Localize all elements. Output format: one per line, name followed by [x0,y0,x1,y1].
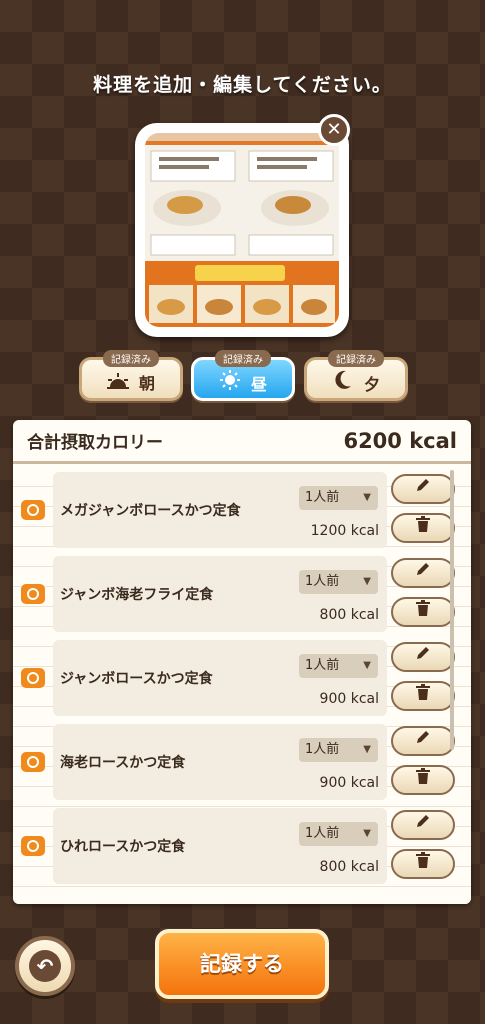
delete-button[interactable] [391,681,455,711]
portion-select[interactable]: 1人前 ▼ [299,822,378,846]
delete-button[interactable] [391,597,455,627]
chevron-down-icon: ▼ [363,576,371,587]
meal-tab-breakfast[interactable]: 記録済み 朝 [79,350,183,401]
sunrise-icon [106,373,129,393]
pencil-icon [414,815,432,834]
trash-icon [415,684,431,705]
back-button[interactable]: ↶ [15,936,75,996]
portion-select[interactable]: 1人前 ▼ [299,738,378,762]
menu-photo-image [145,133,339,327]
meal-photo [135,123,349,337]
calorie-summary: 合計摂取カロリー 6200 kcal [13,420,471,464]
edit-button[interactable] [391,642,455,672]
food-name: ジャンボ海老フライ定食 [60,587,214,603]
trash-icon [415,768,431,789]
record-button-label: 記録する [200,952,284,976]
food-kcal: 900 kcal [319,691,379,707]
portion-select[interactable]: 1人前 ▼ [299,486,378,510]
meal-tab-dinner[interactable]: 記録済み 夕 [304,350,408,401]
camera-icon [21,752,45,772]
delete-button[interactable] [391,765,455,795]
back-arrow-icon: ↶ [29,950,61,982]
trash-icon [415,516,431,537]
portion-select[interactable]: 1人前 ▼ [299,654,378,678]
chevron-down-icon: ▼ [363,492,371,503]
page-title: 料理を追加・編集してください。 [93,74,392,96]
chevron-down-icon: ▼ [363,744,371,755]
list-item: ジャンボ海老フライ定食 1人前 ▼ 800 kcal [13,556,471,632]
meal-tab-lunch[interactable]: 記録済み 昼 [191,350,295,401]
edit-button[interactable] [391,474,455,504]
camera-icon [21,584,45,604]
record-button[interactable]: 記録する [155,929,329,999]
food-kcal: 1200 kcal [310,523,379,539]
recorded-badge: 記録済み [328,350,384,367]
list-item: メガジャンボロースかつ定食 1人前 ▼ 1200 kcal [13,472,471,548]
food-list[interactable]: メガジャンボロースかつ定食 1人前 ▼ 1200 kcal ジャンボ海老フライ定食… [13,467,471,904]
trash-icon [415,600,431,621]
list-item: ひれロースかつ定食 1人前 ▼ 800 kcal [13,808,471,884]
food-kcal: 900 kcal [319,775,379,791]
recorded-badge: 記録済み [103,350,159,367]
close-icon[interactable]: ✕ [318,114,350,146]
recorded-badge: 記録済み [215,350,271,367]
pencil-icon [414,647,432,666]
food-list-panel: 合計摂取カロリー 6200 kcal メガジャンボロースかつ定食 1人前 ▼ 12… [13,420,471,904]
edit-button[interactable] [391,726,455,756]
camera-icon [21,668,45,688]
meal-tab-label: 昼 [250,375,267,394]
moon-icon [332,370,354,394]
pencil-icon [414,563,432,582]
portion-select[interactable]: 1人前 ▼ [299,570,378,594]
list-item: 海老ロースかつ定食 1人前 ▼ 900 kcal [13,724,471,800]
camera-icon [21,836,45,856]
delete-button[interactable] [391,849,455,879]
food-name: 海老ロースかつ定食 [60,755,186,771]
food-name: ひれロースかつ定食 [60,839,186,855]
food-kcal: 800 kcal [319,859,379,875]
delete-button[interactable] [391,513,455,543]
meal-tab-label: 朝 [138,374,155,393]
pencil-icon [414,479,432,498]
trash-icon [415,852,431,873]
pencil-icon [414,731,432,750]
total-calories-value: 6200 kcal [343,428,457,453]
meal-tab-label: 夕 [363,375,380,394]
list-item: ジャンボロースかつ定食 1人前 ▼ 900 kcal [13,640,471,716]
food-kcal: 800 kcal [319,607,379,623]
total-calories-label: 合計摂取カロリー [27,433,163,453]
edit-button[interactable] [391,810,455,840]
list-scrollbar[interactable] [450,470,454,750]
camera-icon [21,500,45,520]
food-name: ジャンボロースかつ定食 [60,671,213,687]
edit-button[interactable] [391,558,455,588]
sun-icon [219,370,241,394]
chevron-down-icon: ▼ [363,828,371,839]
food-name: メガジャンボロースかつ定食 [60,503,241,519]
chevron-down-icon: ▼ [363,660,371,671]
